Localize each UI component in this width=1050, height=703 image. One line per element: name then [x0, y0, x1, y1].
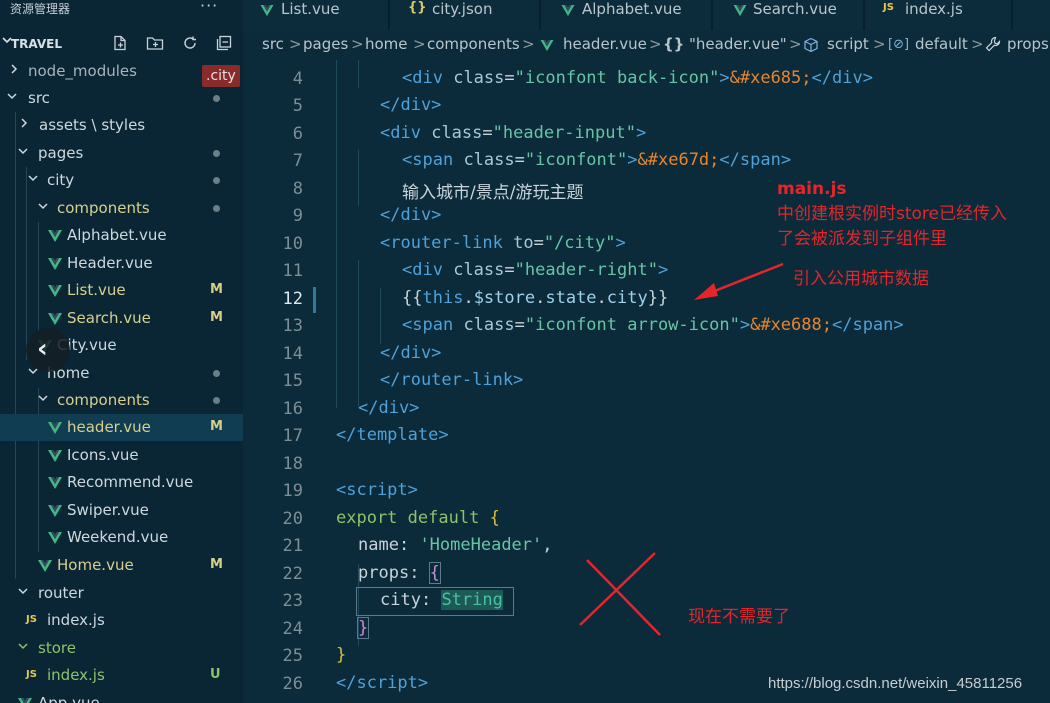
annotation-arrow-icon: [694, 262, 784, 300]
annotation-cross-icon: [579, 552, 661, 636]
annotation-marks: [579, 262, 784, 636]
watermark: https://blog.csdn.net/weixin_45811256: [768, 675, 1023, 692]
